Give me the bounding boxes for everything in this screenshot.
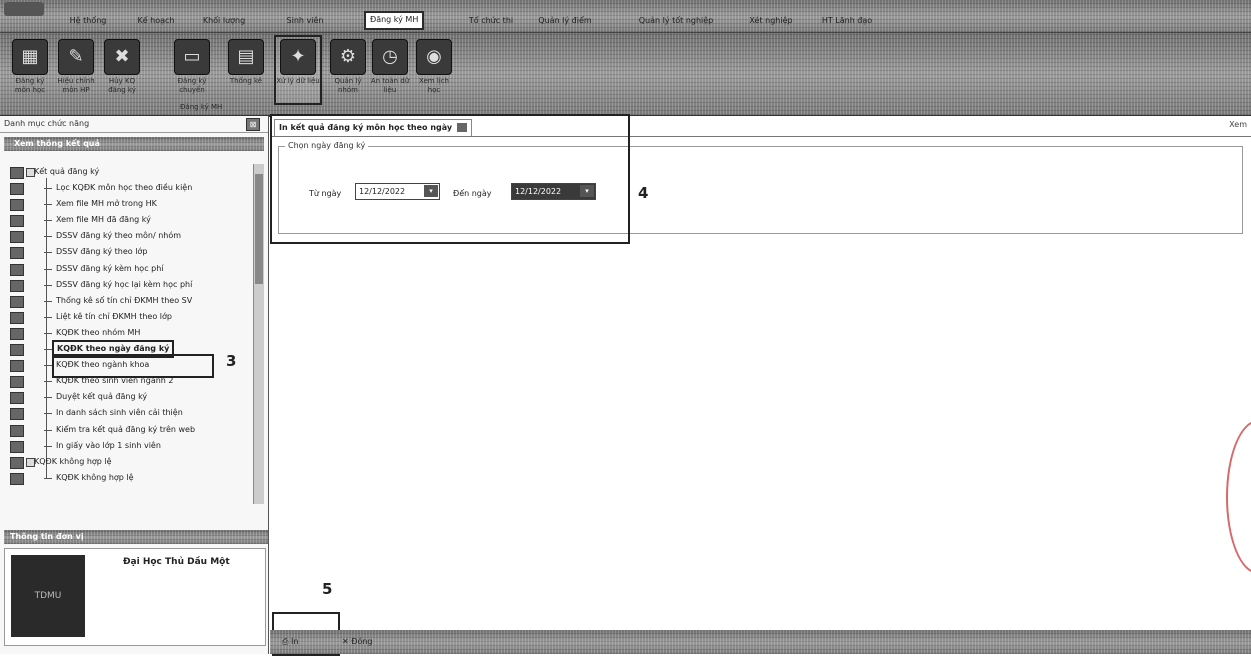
school-name: Đại Học Thủ Dầu Một: [123, 557, 230, 567]
ribbon-quan-ly-nhom-button[interactable]: ⚙ Quản lý nhóm: [328, 37, 368, 103]
callout-number-3: 3: [226, 352, 237, 370]
callout-number-5: 5: [322, 580, 333, 598]
gear-icon: ⚙: [330, 39, 366, 75]
report-icon: [10, 327, 24, 340]
tree-item[interactable]: Duyệt kết quả đăng ký: [6, 389, 256, 405]
report-icon: [10, 279, 24, 292]
cancel-icon: ✖: [104, 39, 140, 75]
tree-item[interactable]: DSSV đăng ký theo lớp: [6, 244, 256, 260]
edit-icon: ✎: [58, 39, 94, 75]
info-box: TDMU Đại Học Thủ Dầu Một: [4, 548, 266, 646]
menu-tab-he-thong[interactable]: Hệ thống: [58, 14, 118, 28]
tree-item-kqdk-khong-hop-le[interactable]: KQĐK không hợp lệ: [6, 454, 256, 470]
report-icon: [10, 183, 24, 196]
pin-icon[interactable]: ⊠: [246, 118, 260, 131]
ribbon-xem-lich-button[interactable]: ◉ Xem lịch học: [414, 37, 454, 103]
report-icon: [10, 472, 24, 485]
tree-item[interactable]: Xem file MH mở trong HK: [6, 196, 256, 212]
ribbon-thong-ke-button[interactable]: ▤ Thống kê: [226, 37, 266, 103]
callout-number-4: 4: [638, 184, 649, 202]
folder-icon: [10, 167, 24, 179]
left-panel: Danh mục chức năng ⊠ Xem thông kết quả K…: [0, 116, 269, 654]
close-icon: ✕: [342, 637, 352, 646]
report-icon: [10, 199, 24, 212]
ribbon-huy-button[interactable]: ✖ Hủy KQ đăng ký: [102, 37, 142, 103]
scroll-thumb[interactable]: [255, 174, 263, 284]
tree-item[interactable]: Xem file MH đã đăng ký: [6, 212, 256, 228]
menu-tab-sinh-vien[interactable]: Sinh viên: [270, 14, 340, 28]
report-icon: [10, 360, 24, 373]
ribbon-group-label: Đăng ký MH: [180, 103, 223, 111]
clock-icon: ◷: [372, 39, 408, 75]
top-menu-bar: Hệ thống Kế hoạch Khối lượng Sinh viên Đ…: [0, 0, 1251, 32]
tree-item[interactable]: DSSV đăng ký theo môn/ nhóm: [6, 228, 256, 244]
tree-item[interactable]: Lọc KQĐK môn học theo điều kiện: [6, 180, 256, 196]
report-icon: [10, 247, 24, 260]
report-icon: [10, 344, 24, 357]
tree-item[interactable]: Thống kê số tín chỉ ĐKMH theo SV: [6, 293, 256, 309]
view-label[interactable]: Xem: [1229, 120, 1247, 129]
print-button[interactable]: ⎙ In: [282, 634, 298, 650]
app-menu-button[interactable]: [4, 2, 44, 16]
tree-item[interactable]: DSSV đăng ký kèm học phí: [6, 261, 256, 277]
tree-item[interactable]: DSSV đăng ký học lại kèm học phí: [6, 277, 256, 293]
report-icon: [10, 376, 24, 389]
school-logo: TDMU: [11, 555, 85, 637]
menu-tab-dang-ky-mh[interactable]: Đăng ký MH: [364, 11, 425, 30]
report-icon: [10, 215, 24, 228]
menu-tab-quan-ly-diem[interactable]: Quản lý điểm: [530, 14, 600, 28]
ribbon-an-toan-button[interactable]: ◷ An toàn dữ liệu: [370, 37, 410, 103]
left-panel-header: Danh mục chức năng ⊠: [0, 116, 268, 133]
report-icon: [10, 295, 24, 308]
tree-item[interactable]: In giấy vào lớp 1 sinh viên: [6, 438, 256, 454]
report-icon: [10, 231, 24, 244]
ribbon-dang-ky-button[interactable]: ▦ Đăng ký môn học: [10, 37, 50, 103]
ribbon-xu-ly-button[interactable]: ✦ Xử lý dữ liệu: [274, 35, 322, 105]
menu-tab-khoi-luong[interactable]: Khối lượng: [192, 14, 256, 28]
function-tree: Kết quả đăng ký Lọc KQĐK môn học theo đi…: [6, 164, 256, 524]
menu-tab-quan-ly-tot-nghiep[interactable]: Quản lý tốt nghiệp: [628, 14, 724, 28]
menu-tab-to-chuc-thi[interactable]: Tổ chức thi: [456, 14, 526, 28]
tree-item-ket-qua-dang-ky[interactable]: Kết quả đăng ký: [6, 164, 256, 180]
transfer-icon: ▭: [174, 39, 210, 75]
menu-tab-ke-hoach[interactable]: Kế hoạch: [126, 14, 186, 28]
tree-item[interactable]: Liệt kê tín chỉ ĐKMH theo lớp: [6, 309, 256, 325]
close-button[interactable]: ✕ Đóng: [342, 634, 373, 650]
report-icon: [10, 263, 24, 276]
tree-item[interactable]: KQĐK không hợp lệ: [6, 470, 256, 486]
printer-icon: ⎙: [282, 637, 291, 646]
bottom-toolbar: ⎙ In ✕ Đóng: [270, 630, 1251, 654]
register-icon: ▦: [12, 39, 48, 75]
tree-item[interactable]: Kiểm tra kết quả đăng ký trên web: [6, 422, 256, 438]
globe-icon: ◉: [416, 39, 452, 75]
section-header[interactable]: Xem thông kết quả: [4, 137, 264, 151]
stamp-mark: [1226, 420, 1251, 574]
folder-icon: [10, 456, 24, 469]
callout-box-4: [270, 114, 630, 244]
report-icon: [10, 424, 24, 437]
report-icon: [10, 392, 24, 405]
ribbon-hieu-chinh-button[interactable]: ✎ Hiệu chỉnh môn HP: [56, 37, 96, 103]
tree-item[interactable]: In danh sách sinh viên cải thiện: [6, 405, 256, 421]
process-icon: ✦: [280, 39, 316, 75]
menu-tab-xet-nghiep[interactable]: Xét nghiệp: [736, 14, 806, 28]
info-header: Thông tin đơn vị: [4, 530, 268, 544]
report-icon: [10, 440, 24, 453]
ribbon-chuyen-button[interactable]: ▭ Đăng ký chuyển: [170, 37, 214, 103]
ribbon-toolbar: ▦ Đăng ký môn học ✎ Hiệu chỉnh môn HP ✖ Hủy…: [0, 32, 1251, 117]
tree-item[interactable]: KQĐK theo nhóm MH: [6, 325, 256, 341]
report-icon: [10, 408, 24, 421]
tree-scrollbar[interactable]: [253, 164, 264, 504]
chart-icon: ▤: [228, 39, 264, 75]
left-panel-title: Danh mục chức năng: [4, 119, 90, 128]
callout-box-3: [52, 354, 214, 378]
menu-tab-ht-lanh-dao[interactable]: HT Lãnh đạo: [812, 14, 882, 28]
report-icon: [10, 311, 24, 324]
